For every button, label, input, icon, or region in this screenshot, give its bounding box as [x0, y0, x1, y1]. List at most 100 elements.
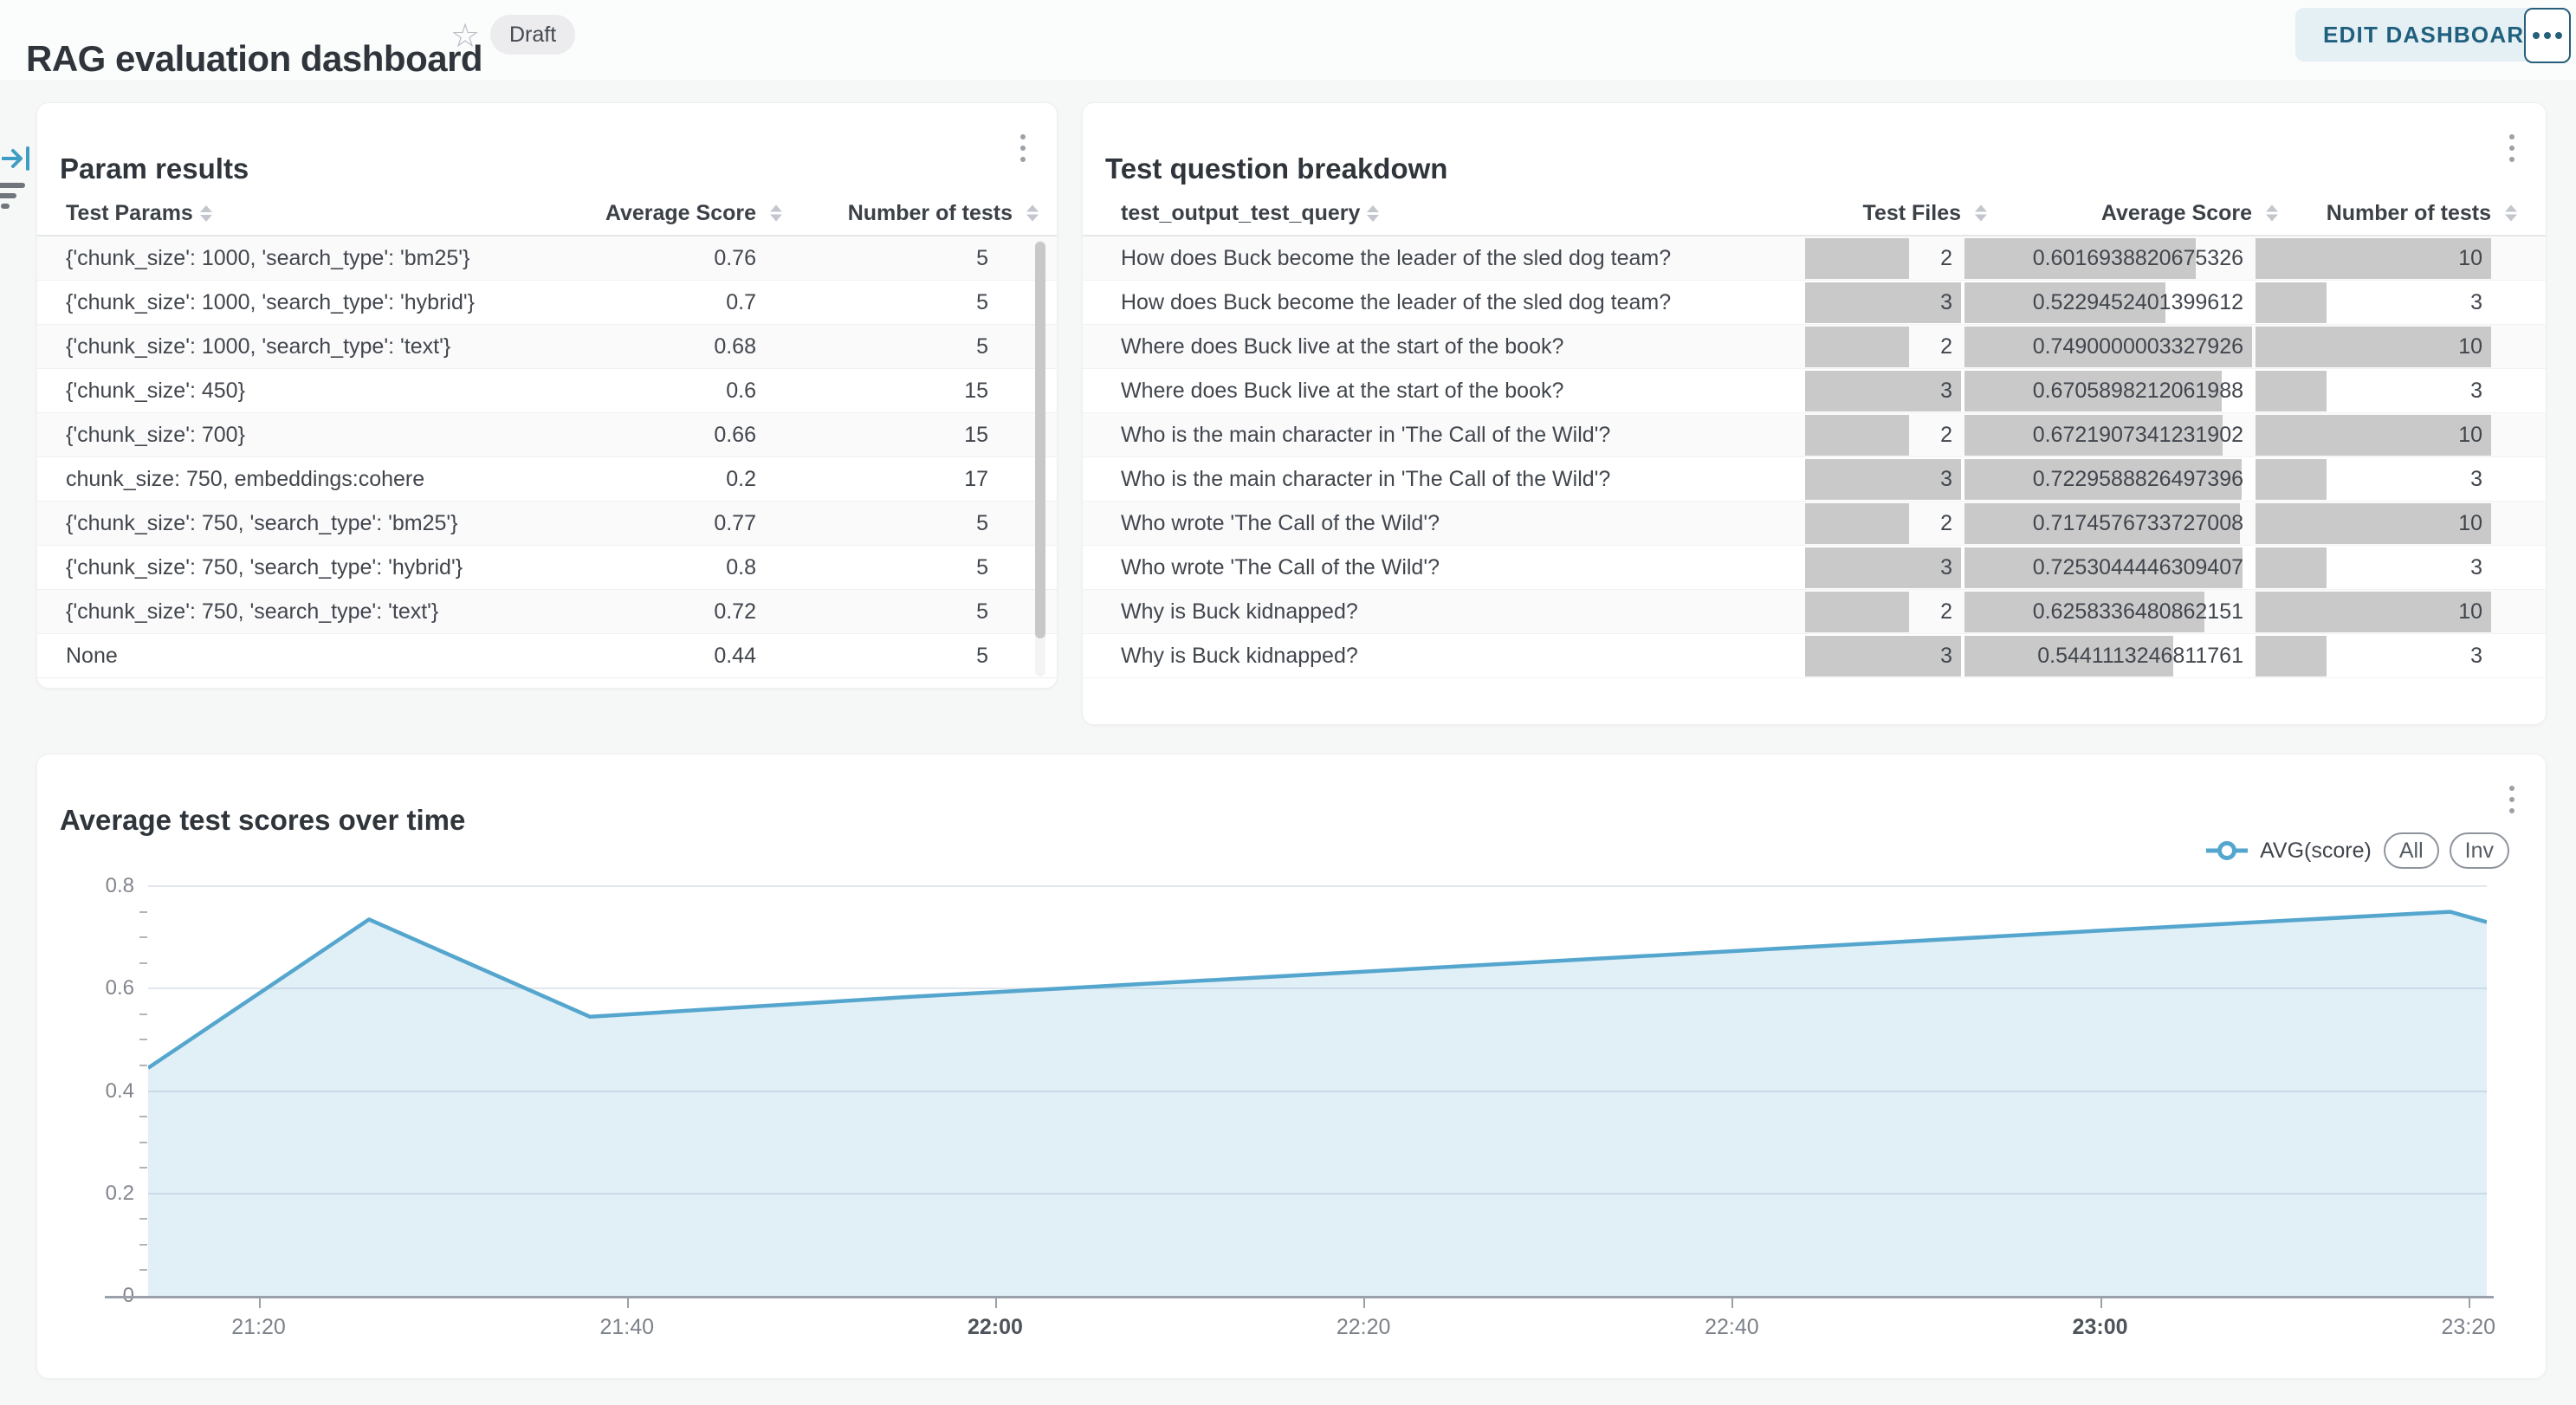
param-cell[interactable]: None [66, 644, 531, 669]
cell-value: 10 [2458, 511, 2491, 536]
average-score-cell[interactable]: 0.5441113246811761 [1964, 634, 2252, 678]
number-of-tests-cell[interactable]: 10 [2256, 502, 2491, 546]
number-of-tests-cell[interactable]: 10 [2256, 236, 2491, 281]
filter-icon[interactable] [0, 180, 29, 215]
test-files-cell[interactable]: 2 [1805, 502, 1961, 546]
test-files-cell[interactable]: 3 [1805, 369, 1961, 413]
card-menu-kebab-icon[interactable] [2499, 131, 2525, 165]
tests-cell[interactable]: 5 [756, 644, 988, 669]
test-files-cell[interactable]: 2 [1805, 236, 1961, 281]
param-cell[interactable]: {'chunk_size': 1000, 'search_type': 'hyb… [66, 290, 531, 315]
test-files-cell[interactable]: 3 [1805, 634, 1961, 678]
tests-cell[interactable]: 5 [756, 511, 988, 536]
cell-value: 0.5441113246811761 [2037, 644, 2252, 669]
param-cell[interactable]: {'chunk_size': 1000, 'search_type': 'bm2… [66, 246, 531, 271]
average-score-cell[interactable]: 0.6721907341231902 [1964, 413, 2252, 457]
query-cell[interactable]: Why is Buck kidnapped? [1121, 644, 1802, 669]
param-cell[interactable]: {'chunk_size': 450} [66, 379, 531, 404]
query-cell[interactable]: Where does Buck live at the start of the… [1121, 379, 1802, 404]
column-header-average-score[interactable]: Average Score [1964, 201, 2252, 226]
tests-cell[interactable]: 15 [756, 423, 988, 448]
score-cell[interactable]: 0.76 [531, 246, 756, 271]
score-cell[interactable]: 0.44 [531, 644, 756, 669]
number-of-tests-cell[interactable]: 3 [2256, 369, 2491, 413]
tests-cell[interactable]: 5 [756, 599, 988, 625]
legend-series-label[interactable]: AVG(score) [2260, 838, 2372, 864]
score-cell[interactable]: 0.72 [531, 599, 756, 625]
legend-inv-button[interactable]: Inv [2450, 832, 2509, 869]
tests-cell[interactable]: 5 [756, 555, 988, 580]
score-cell[interactable]: 0.8 [531, 555, 756, 580]
y-minor-tick [139, 1167, 147, 1169]
query-cell[interactable]: Who wrote 'The Call of the Wild'? [1121, 555, 1802, 580]
score-cell[interactable]: 0.6 [531, 379, 756, 404]
param-cell[interactable]: {'chunk_size': 750, 'search_type': 'text… [66, 599, 531, 625]
number-of-tests-cell[interactable]: 10 [2256, 590, 2491, 634]
score-cell[interactable]: 0.7 [531, 290, 756, 315]
param-cell[interactable]: chunk_size: 750, embeddings:cohere [66, 467, 531, 492]
scrollbar-thumb[interactable] [1035, 242, 1045, 638]
card-menu-kebab-icon[interactable] [2499, 782, 2525, 817]
query-cell[interactable]: Where does Buck live at the start of the… [1121, 334, 1802, 359]
more-options-button[interactable] [2524, 8, 2571, 63]
param-cell[interactable]: {'chunk_size': 700} [66, 423, 531, 448]
test-files-cell[interactable]: 3 [1805, 281, 1961, 325]
test-files-cell[interactable]: 2 [1805, 325, 1961, 369]
query-cell[interactable]: Who is the main character in 'The Call o… [1121, 467, 1802, 492]
score-cell[interactable]: 0.2 [531, 467, 756, 492]
tests-cell[interactable]: 5 [756, 334, 988, 359]
sidebar-expand-icon[interactable] [2, 144, 33, 173]
tests-cell[interactable]: 5 [756, 290, 988, 315]
cell-data-bar [1805, 547, 1961, 588]
number-of-tests-cell[interactable]: 3 [2256, 634, 2491, 678]
query-cell[interactable]: Why is Buck kidnapped? [1121, 599, 1802, 625]
score-cell[interactable]: 0.68 [531, 334, 756, 359]
average-score-cell[interactable]: 0.6705898212061988 [1964, 369, 2252, 413]
test-files-cell[interactable]: 3 [1805, 546, 1961, 590]
cell-data-bar [2256, 371, 2327, 411]
column-header-number-of-tests[interactable]: Number of tests [2256, 201, 2491, 226]
test-files-cell[interactable]: 2 [1805, 413, 1961, 457]
score-cell[interactable]: 0.66 [531, 423, 756, 448]
average-score-cell[interactable]: 0.6258336480862151 [1964, 590, 2252, 634]
param-cell[interactable]: {'chunk_size': 750, 'search_type': 'hybr… [66, 555, 531, 580]
test-files-cell[interactable]: 3 [1805, 457, 1961, 502]
column-header-test-params[interactable]: Test Params [66, 201, 507, 226]
column-header-test-files[interactable]: Test Files [1805, 201, 1961, 226]
tests-cell[interactable]: 17 [756, 467, 988, 492]
query-cell[interactable]: Who wrote 'The Call of the Wild'? [1121, 511, 1802, 536]
favorite-star-icon[interactable]: ☆ [450, 17, 480, 55]
query-cell[interactable]: How does Buck become the leader of the s… [1121, 246, 1802, 271]
table-scrollbar[interactable] [1035, 240, 1045, 677]
query-cell[interactable]: Who is the main character in 'The Call o… [1121, 423, 1802, 448]
query-cell[interactable]: How does Buck become the leader of the s… [1121, 290, 1802, 315]
average-score-cell[interactable]: 0.7490000003327926 [1964, 325, 2252, 369]
param-cell[interactable]: {'chunk_size': 1000, 'search_type': 'tex… [66, 334, 531, 359]
average-score-cell[interactable]: 0.7253044446309407 [1964, 546, 2252, 590]
card-menu-kebab-icon[interactable] [1010, 131, 1036, 165]
cell-value: 10 [2458, 423, 2491, 448]
column-header-test-query[interactable]: test_output_test_query [1121, 201, 1802, 226]
table-row: Who wrote 'The Call of the Wild'?30.7253… [1083, 546, 2546, 590]
average-score-cell[interactable]: 0.7174576733727008 [1964, 502, 2252, 546]
param-cell[interactable]: {'chunk_size': 750, 'search_type': 'bm25… [66, 511, 531, 536]
column-header-average-score[interactable]: Average Score [507, 201, 756, 226]
y-minor-tick [139, 1218, 147, 1220]
number-of-tests-cell[interactable]: 3 [2256, 457, 2491, 502]
average-score-cell[interactable]: 0.7229588826497396 [1964, 457, 2252, 502]
legend-all-button[interactable]: All [2384, 832, 2439, 869]
average-score-cell[interactable]: 0.5229452401399612 [1964, 281, 2252, 325]
x-axis-label: 22:20 [1337, 1315, 1391, 1340]
avg-score-area-chart[interactable] [148, 886, 2487, 1298]
tests-cell[interactable]: 5 [756, 246, 988, 271]
number-of-tests-cell[interactable]: 10 [2256, 413, 2491, 457]
number-of-tests-cell[interactable]: 10 [2256, 325, 2491, 369]
average-score-cell[interactable]: 0.6016938820675326 [1964, 236, 2252, 281]
test-files-cell[interactable]: 2 [1805, 590, 1961, 634]
number-of-tests-cell[interactable]: 3 [2256, 546, 2491, 590]
number-of-tests-cell[interactable]: 3 [2256, 281, 2491, 325]
x-axis-tick [2469, 1298, 2470, 1308]
tests-cell[interactable]: 15 [756, 379, 988, 404]
column-header-number-of-tests[interactable]: Number of tests [756, 201, 1013, 226]
score-cell[interactable]: 0.77 [531, 511, 756, 536]
